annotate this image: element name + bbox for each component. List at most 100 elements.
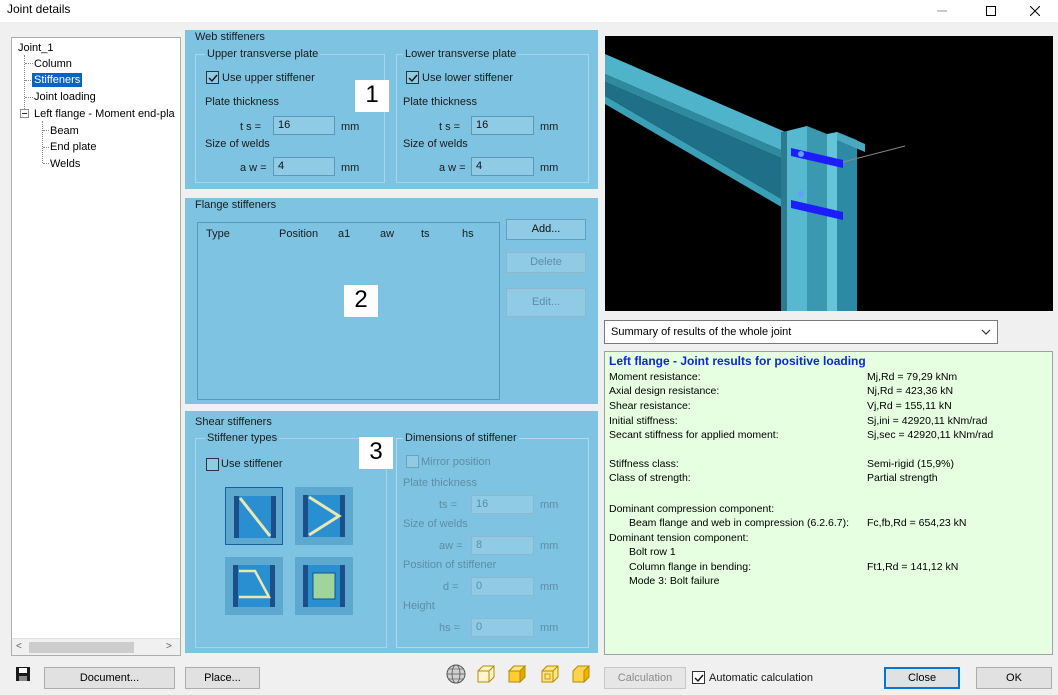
result-label: Dominant compression component:: [609, 503, 775, 515]
maximize-button[interactable]: [968, 0, 1014, 22]
tree-item-left-flange[interactable]: Left flange - Moment end-pla: [32, 107, 177, 121]
upper-ts-input[interactable]: 16: [273, 116, 335, 135]
shear-d-input[interactable]: 0: [471, 577, 534, 596]
result-value: Sj,sec = 42920,11 kNm/rad: [867, 429, 994, 441]
tree-item-end-plate[interactable]: End plate: [48, 140, 98, 154]
tree-connector: [42, 121, 43, 163]
column-header-type[interactable]: Type: [206, 228, 230, 240]
bent-stiffener-icon: [233, 565, 275, 607]
calculation-button[interactable]: Calculation: [604, 667, 686, 689]
tree-item-welds[interactable]: Welds: [48, 157, 82, 171]
tree-item-column[interactable]: Column: [32, 57, 74, 71]
joint-3d-view[interactable]: [605, 36, 1053, 311]
result-label: Initial stiffness:: [609, 415, 678, 427]
use-upper-stiffener-checkbox[interactable]: [206, 71, 219, 84]
use-lower-stiffener-checkbox[interactable]: [406, 71, 419, 84]
result-label: Secant stiffness for applied moment:: [609, 429, 779, 441]
result-label: Dominant tension component:: [609, 532, 749, 544]
mirror-position-checkbox[interactable]: [406, 455, 419, 468]
chevron-down-icon: [981, 329, 991, 335]
automatic-calculation-label: Automatic calculation: [709, 672, 813, 684]
column-header-aw[interactable]: aw: [380, 228, 394, 240]
delete-flange-stiffener-button[interactable]: Delete: [506, 252, 586, 273]
edit-flange-stiffener-button[interactable]: Edit...: [506, 288, 586, 317]
ok-button[interactable]: OK: [976, 667, 1052, 689]
stiffener-type-diagonal-tile[interactable]: [225, 487, 283, 545]
stiffener-type-bent-tile[interactable]: [225, 557, 283, 615]
web-stiffeners-panel: Web stiffeners Upper transverse plate Us…: [185, 30, 598, 189]
close-button[interactable]: Close: [884, 667, 960, 689]
result-label: Shear resistance:: [609, 400, 691, 412]
window-title: Joint details: [7, 2, 71, 16]
wireframe-cube-icon: [477, 665, 495, 683]
result-label: Moment resistance:: [609, 371, 701, 383]
shear-thickness-label: Plate thickness: [403, 477, 477, 489]
globe-icon: [446, 664, 466, 684]
k-stiffener-icon: [303, 495, 345, 537]
result-label: Mode 3: Bolt failure: [629, 575, 720, 587]
wireframe-view-button[interactable]: [474, 662, 498, 686]
tree-item-beam[interactable]: Beam: [48, 124, 81, 138]
shear-aw-input[interactable]: 8: [471, 536, 534, 555]
lower-ts-unit: mm: [540, 121, 559, 133]
hidden-lines-view-button[interactable]: [538, 662, 562, 686]
place-button[interactable]: Place...: [185, 667, 260, 689]
tree-horizontal-scrollbar[interactable]: < >: [12, 638, 180, 655]
column-header-position[interactable]: Position: [279, 228, 318, 240]
solid-view-button[interactable]: [505, 662, 529, 686]
result-value: Vj,Rd = 155,11 kN: [867, 400, 952, 412]
add-flange-stiffener-button[interactable]: Add...: [506, 219, 586, 240]
result-label: Axial design resistance:: [609, 385, 720, 397]
shear-ts-label: ts =: [439, 499, 458, 511]
scroll-right-icon[interactable]: >: [166, 641, 172, 652]
lower-ts-input[interactable]: 16: [471, 116, 534, 135]
shear-ts-input[interactable]: 16: [471, 495, 534, 514]
minimize-icon: [937, 10, 947, 12]
tree-item-joint-loading[interactable]: Joint loading: [32, 90, 98, 104]
stiffener-type-k-tile[interactable]: [295, 487, 353, 545]
upper-aw-input[interactable]: 4: [273, 157, 335, 176]
close-icon: [1030, 6, 1040, 16]
upper-aw-label: a w =: [240, 162, 267, 174]
result-label: Stiffness class:: [609, 458, 679, 470]
column-header-a1[interactable]: a1: [338, 228, 350, 240]
lower-aw-input[interactable]: 4: [471, 157, 534, 176]
render-view-button[interactable]: [444, 662, 468, 686]
tree-item-stiffeners[interactable]: Stiffeners: [30, 72, 84, 88]
close-window-button[interactable]: [1012, 0, 1058, 22]
results-summary-dropdown[interactable]: Summary of results of the whole joint: [604, 320, 998, 344]
stiffener-type-plate-tile[interactable]: [295, 557, 353, 615]
use-shear-stiffener-label: Use stiffener: [221, 458, 283, 470]
flange-stiffeners-title: Flange stiffeners: [195, 199, 277, 211]
upper-ts-unit: mm: [341, 121, 360, 133]
upper-welds-label: Size of welds: [205, 138, 270, 150]
automatic-calculation-checkbox[interactable]: [692, 671, 705, 684]
document-button[interactable]: Document...: [44, 667, 175, 689]
lower-plate-title: Lower transverse plate: [403, 48, 519, 60]
shaded-view-button[interactable]: [569, 662, 593, 686]
save-button[interactable]: [11, 662, 35, 686]
tree-item-joint[interactable]: Joint_1: [16, 41, 55, 55]
lower-ts-label: t s =: [439, 121, 461, 133]
minimize-button[interactable]: [919, 0, 965, 22]
checkmark-icon: [408, 74, 418, 83]
checkmark-icon: [208, 74, 218, 83]
collapse-toggle-icon[interactable]: [20, 109, 29, 118]
shear-hs-input[interactable]: 0: [471, 618, 534, 637]
use-shear-stiffener-checkbox[interactable]: [206, 458, 219, 471]
diagonal-stiffener-icon: [234, 496, 276, 538]
lower-aw-unit: mm: [540, 162, 559, 174]
shear-hs-label: hs =: [439, 622, 461, 634]
shear-d-label: d =: [443, 581, 459, 593]
section-number-2: 2: [344, 285, 378, 317]
scroll-left-icon[interactable]: <: [16, 641, 22, 652]
results-heading: Left flange - Joint results for positive…: [609, 354, 866, 368]
stiffener-types-title: Stiffener types: [205, 432, 280, 444]
column-header-ts[interactable]: ts: [421, 228, 430, 240]
scroll-thumb[interactable]: [29, 642, 134, 653]
save-icon: [16, 667, 30, 681]
upper-ts-label: t s =: [240, 121, 262, 133]
joint-3d-model-icon: [605, 54, 906, 311]
column-header-hs[interactable]: hs: [462, 228, 474, 240]
joint-tree[interactable]: Joint_1 Column Stiffeners Joint loading …: [11, 37, 181, 656]
